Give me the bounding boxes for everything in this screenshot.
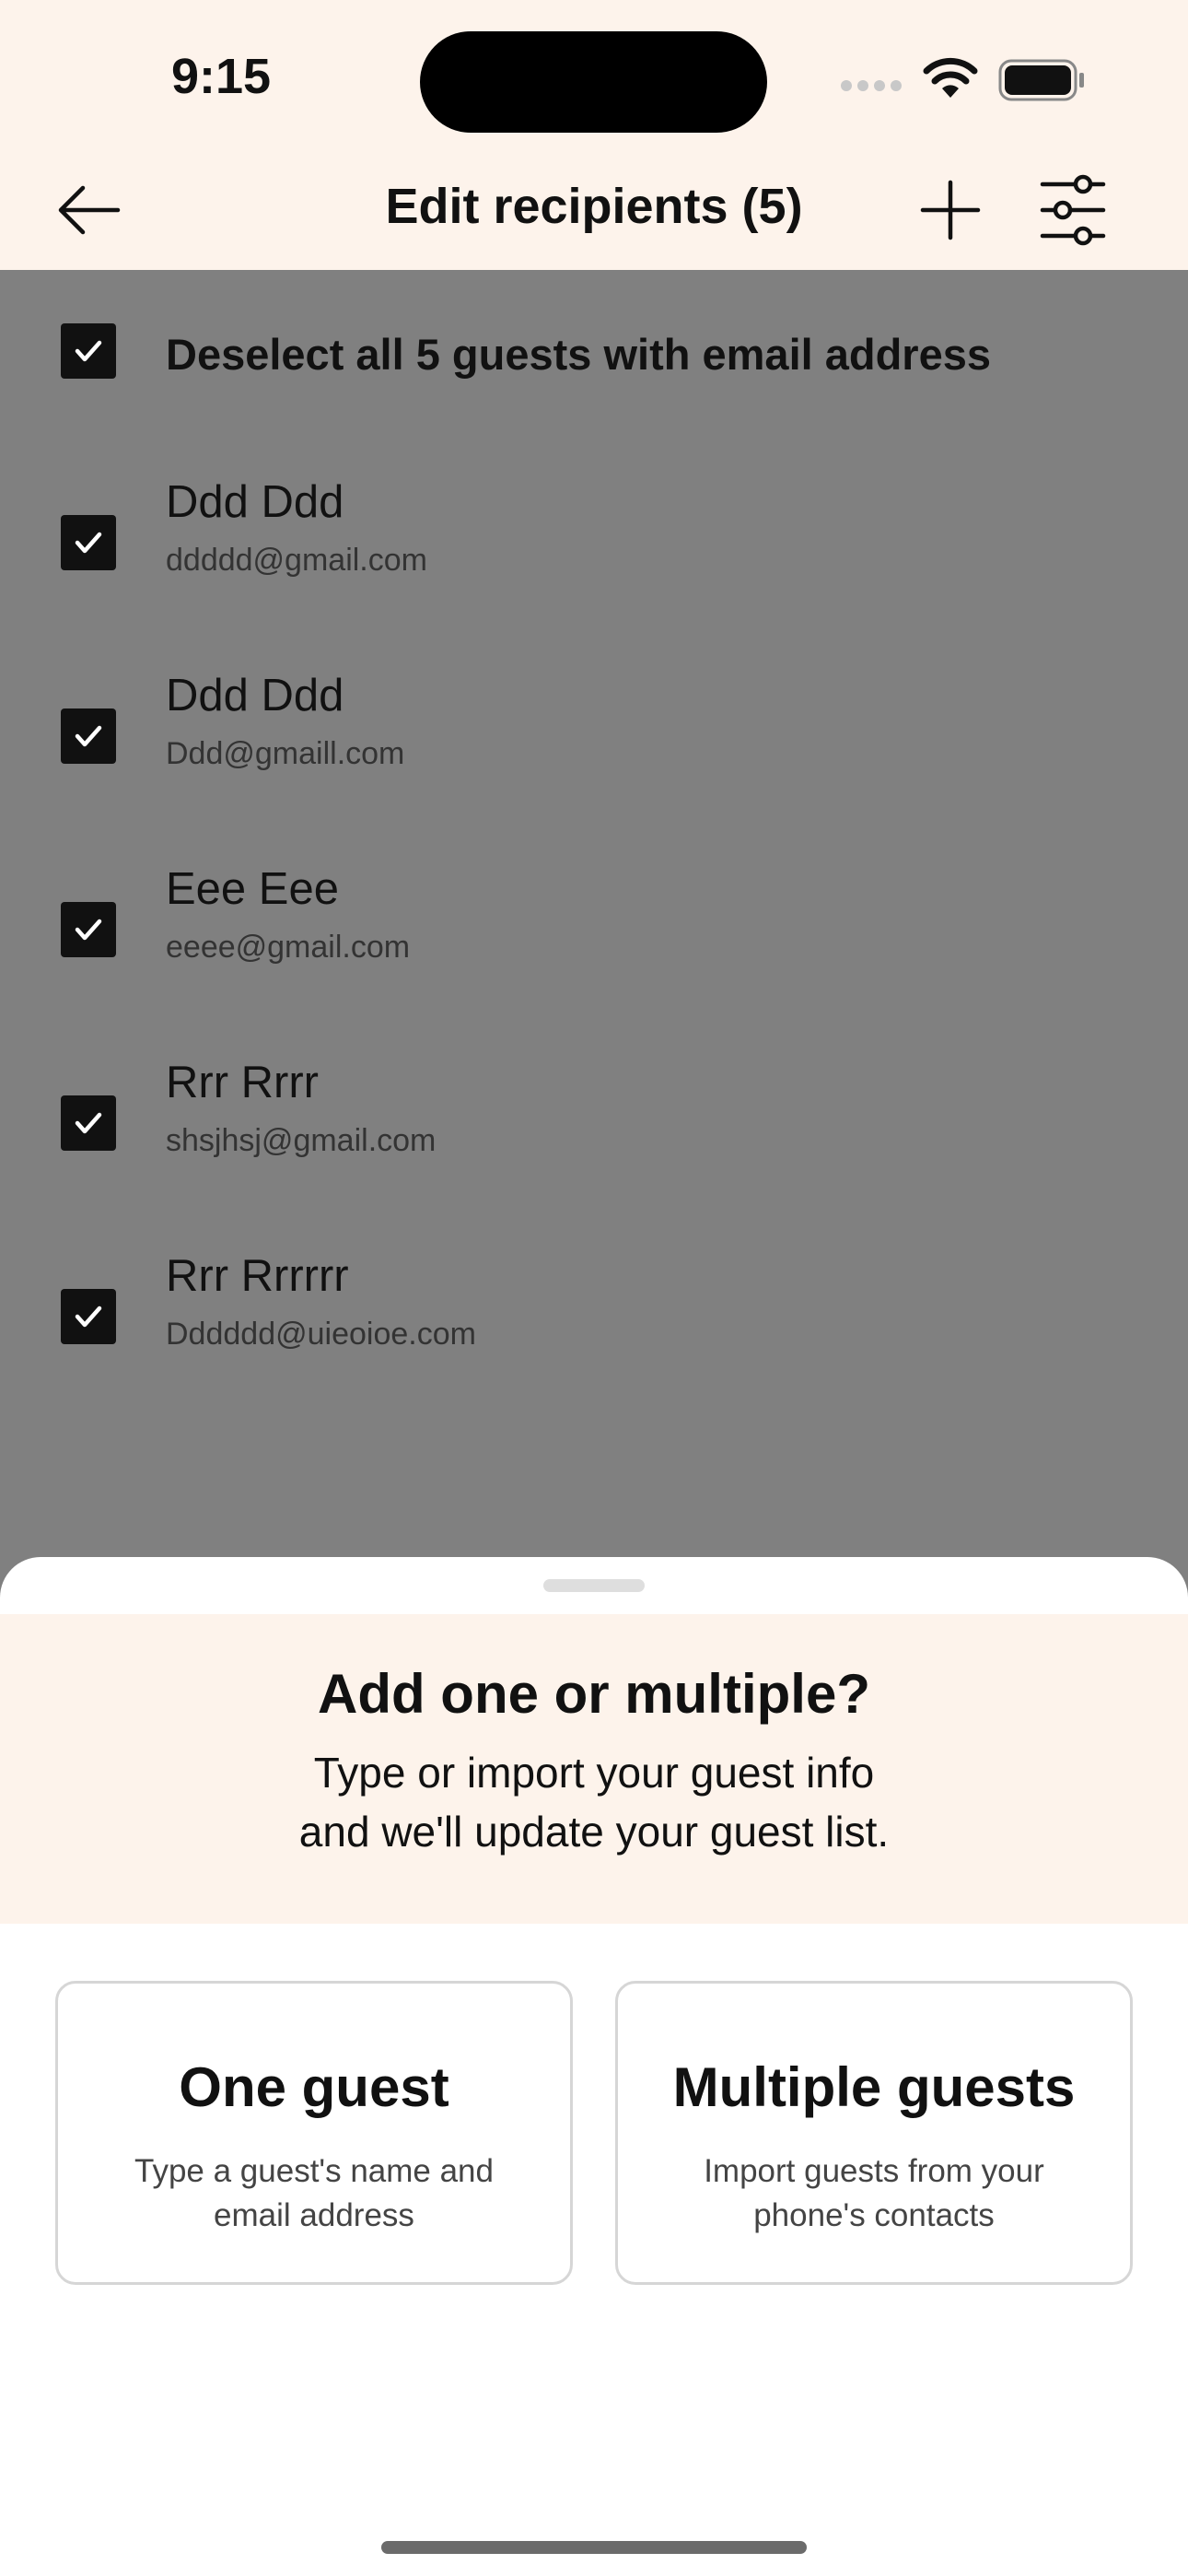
add-recipient-button[interactable]: [919, 179, 982, 241]
option-description: Type a guest's name and email address: [86, 2149, 542, 2238]
recipient-name: Eee Eee: [166, 864, 339, 914]
recipient-checkbox[interactable]: [61, 708, 116, 764]
sheet-title: Add one or multiple?: [318, 1663, 870, 1725]
option-description-line: Type a guest's name and: [134, 2153, 494, 2189]
sheet-subtitle-line: Type or import your guest info: [313, 1749, 875, 1797]
option-description-line: phone's contacts: [753, 2197, 995, 2233]
sheet-subtitle: Type or import your guest info and we'll…: [0, 1743, 1188, 1861]
recipient-checkbox[interactable]: [61, 902, 116, 957]
cellular-signal-icon: [841, 80, 902, 91]
option-description: Import guests from your phone's contacts: [646, 2149, 1102, 2238]
checkmark-icon: [75, 340, 102, 362]
checkmark-icon: [75, 532, 102, 554]
sliders-icon: [1040, 174, 1106, 246]
add-guests-sheet: Add one or multiple? Type or import your…: [0, 1557, 1188, 2576]
plus-icon: [920, 180, 981, 240]
recipient-row[interactable]: Rrr Rrrrrr Dddddd@uieoioe.com: [0, 1241, 1188, 1407]
option-title: Multiple guests: [672, 2056, 1076, 2118]
recipient-email: ddddd@gmail.com: [166, 543, 427, 578]
back-button[interactable]: [55, 177, 122, 243]
select-all-row[interactable]: Deselect all 5 guests with email address: [0, 307, 1188, 408]
sheet-grabber[interactable]: [543, 1579, 645, 1592]
recipient-name: Rrr Rrrr: [166, 1058, 319, 1107]
filter-button[interactable]: [1039, 173, 1107, 247]
home-indicator[interactable]: [381, 2541, 807, 2554]
app-header: 9:15 Edit recipients (5): [0, 0, 1188, 270]
recipient-email: shsjhsj@gmail.com: [166, 1123, 437, 1158]
checkmark-icon: [75, 1112, 102, 1134]
multiple-guests-option[interactable]: Multiple guests Import guests from your …: [615, 1981, 1133, 2285]
recipient-row[interactable]: Eee Eee eeee@gmail.com: [0, 854, 1188, 1020]
recipient-name: Ddd Ddd: [166, 477, 344, 527]
arrow-left-icon: [58, 185, 121, 235]
recipient-row[interactable]: Rrr Rrrr shsjhsj@gmail.com: [0, 1048, 1188, 1213]
checkmark-icon: [75, 919, 102, 941]
recipient-checkbox[interactable]: [61, 1289, 116, 1344]
recipient-checkbox[interactable]: [61, 515, 116, 570]
checkmark-icon: [75, 725, 102, 747]
sheet-subtitle-line: and we'll update your guest list.: [298, 1808, 890, 1856]
checkmark-icon: [75, 1306, 102, 1328]
status-icons: [840, 55, 1089, 105]
recipient-row[interactable]: Ddd Ddd ddddd@gmail.com: [0, 467, 1188, 633]
recipient-name: Rrr Rrrrrr: [166, 1251, 349, 1301]
dynamic-island: [420, 31, 767, 133]
recipient-checkbox[interactable]: [61, 1095, 116, 1151]
status-time: 9:15: [171, 49, 272, 104]
one-guest-option[interactable]: One guest Type a guest's name and email …: [55, 1981, 573, 2285]
recipient-email: Ddd@gmaill.com: [166, 736, 405, 771]
sheet-header: Add one or multiple? Type or import your…: [0, 1614, 1188, 1924]
battery-icon: [998, 59, 1084, 101]
option-title: One guest: [179, 2056, 449, 2118]
option-description-line: Import guests from your: [704, 2153, 1044, 2189]
select-all-checkbox[interactable]: [61, 323, 116, 379]
recipient-email: Dddddd@uieoioe.com: [166, 1317, 476, 1352]
select-all-label: Deselect all 5 guests with email address: [166, 330, 992, 379]
wifi-icon: [923, 57, 978, 98]
recipient-email: eeee@gmail.com: [166, 930, 411, 965]
option-description-line: email address: [214, 2197, 414, 2233]
page-title: Edit recipients (5): [385, 179, 803, 234]
recipient-name: Ddd Ddd: [166, 671, 344, 720]
recipient-row[interactable]: Ddd Ddd Ddd@gmaill.com: [0, 661, 1188, 826]
